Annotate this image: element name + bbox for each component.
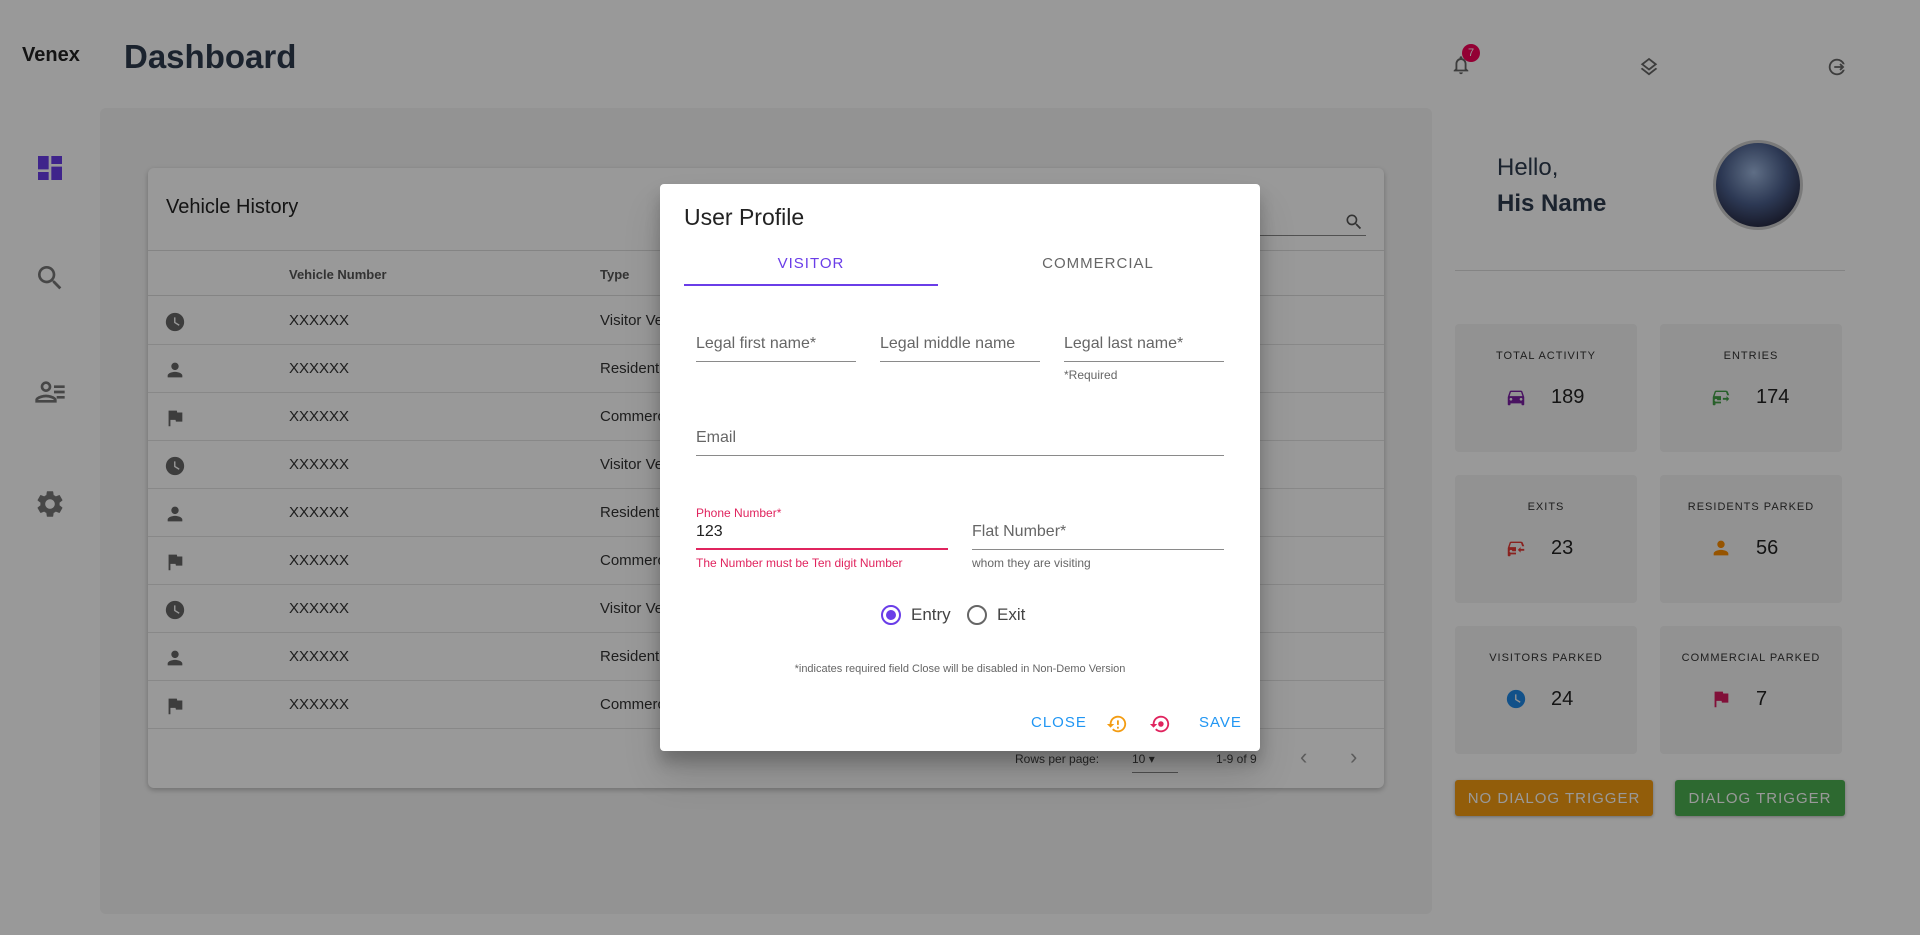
reset-icon (1149, 715, 1170, 733)
middle-name-placeholder: Legal middle name (880, 335, 1016, 352)
radio-exit-control[interactable] (967, 605, 987, 625)
history-alert-icon (1106, 715, 1127, 733)
first-name-field[interactable]: Legal first name* (696, 330, 856, 362)
phone-number-value: 123 (696, 523, 723, 540)
last-name-placeholder: Legal last name* (1064, 335, 1184, 352)
last-name-field[interactable]: Legal last name* (1064, 330, 1224, 362)
middle-name-field[interactable]: Legal middle name (880, 330, 1040, 362)
phone-number-label: Phone Number* (696, 506, 782, 520)
tab-commercial[interactable]: COMMERCIAL (960, 240, 1236, 286)
radio-entry[interactable]: Entry (881, 605, 951, 625)
first-name-placeholder: Legal first name* (696, 335, 817, 352)
required-note: *indicates required field Close will be … (794, 663, 1126, 675)
dialog-title: User Profile (684, 204, 805, 230)
flat-number-field[interactable]: Flat Number* (972, 518, 1224, 550)
radio-exit[interactable]: Exit (967, 605, 1025, 625)
dialog-tabs: VISITOR COMMERCIAL (684, 240, 1236, 286)
phone-number-field[interactable]: Phone Number* 123 (696, 506, 948, 550)
save-button[interactable]: SAVE (1199, 714, 1242, 731)
close-button[interactable]: CLOSE (1031, 714, 1087, 731)
radio-entry-control[interactable] (881, 605, 901, 625)
radio-entry-label: Entry (911, 605, 951, 624)
flat-number-placeholder: Flat Number* (972, 523, 1067, 540)
last-name-helper: *Required (1064, 368, 1118, 382)
flat-number-helper: whom they are visiting (972, 556, 1091, 570)
history-alert-button[interactable] (1106, 713, 1128, 735)
reset-button[interactable] (1149, 713, 1171, 735)
email-field[interactable]: Email (696, 424, 1224, 456)
tab-visitor[interactable]: VISITOR (684, 240, 938, 286)
tab-indicator (684, 284, 938, 286)
email-placeholder: Email (696, 429, 737, 446)
phone-number-error: The Number must be Ten digit Number (696, 556, 903, 570)
radio-exit-label: Exit (997, 605, 1026, 624)
user-profile-dialog: User Profile VISITOR COMMERCIAL Legal fi… (660, 184, 1260, 751)
